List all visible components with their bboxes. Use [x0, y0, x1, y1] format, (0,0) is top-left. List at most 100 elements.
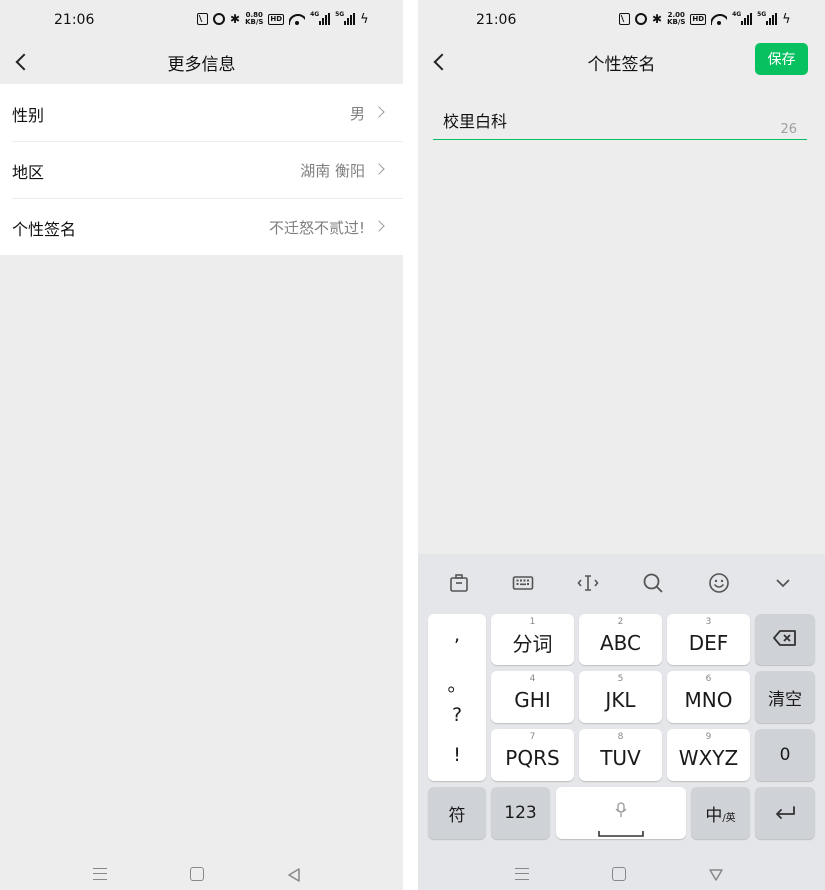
status-time: 21:06 [476, 12, 517, 28]
chevron-right-icon [373, 163, 385, 175]
key-number: 4 [529, 674, 536, 684]
space-button[interactable] [556, 787, 686, 839]
row-gender[interactable]: 性别 男 [0, 84, 403, 141]
more-info-screen: 21:06 ✱ 0.80 KB/S HD 4G 5G ϟ 更多信息 性别 男 地… [0, 0, 403, 890]
punct-period[interactable]: 。 [428, 670, 486, 697]
emoji-icon[interactable] [707, 571, 731, 595]
backspace-button[interactable] [755, 614, 815, 665]
hd-icon: HD [268, 13, 285, 25]
charging-icon: ϟ [360, 11, 369, 27]
key-2[interactable]: 2 ABC [579, 614, 662, 665]
key-number: 8 [617, 732, 624, 742]
signature-input[interactable] [443, 110, 753, 129]
bluetooth-icon: ✱ [652, 12, 663, 26]
wifi-icon [711, 13, 728, 25]
key-label: GHI [514, 688, 551, 712]
network-speed-unit: KB/S [245, 18, 264, 26]
char-counter: 26 [780, 122, 797, 137]
signal-icon: 4G [310, 11, 331, 25]
key-number: 6 [705, 674, 712, 684]
punct-comma[interactable]: , [428, 624, 486, 646]
row-label: 性别 [12, 106, 45, 125]
keyboard-toolbar [418, 554, 825, 612]
signal-type: 4G [310, 11, 320, 18]
keyboard-icon[interactable] [511, 571, 535, 595]
info-list: 性别 男 地区 湖南 衡阳 个性签名 不迁怒不贰过! [0, 84, 403, 255]
page-title: 更多信息 [167, 55, 236, 75]
network-speed: 0.80 KB/S [245, 12, 263, 26]
row-value: 不迁怒不贰过! [268, 219, 365, 237]
key-9[interactable]: 9 WXYZ [667, 729, 750, 781]
signal-type: 4G [732, 11, 742, 18]
status-icons: ✱ 2.00 KB/S HD 4G 5G ϟ [619, 11, 791, 27]
enter-button[interactable] [755, 787, 815, 839]
status-bar: 21:06 ✱ 0.80 KB/S HD 4G 5G ϟ [0, 0, 403, 40]
status-bar: 21:06 ✱ 2.00 KB/S HD 4G 5G ϟ [418, 0, 825, 40]
network-speed-unit: KB/S [667, 18, 686, 26]
punct-exclamation[interactable]: ! [428, 744, 486, 766]
key-0[interactable]: 0 [755, 729, 815, 781]
punct-question[interactable]: ? [428, 704, 486, 726]
row-signature[interactable]: 个性签名 不迁怒不贰过! [0, 198, 403, 255]
back-triangle-icon[interactable] [287, 867, 301, 882]
enter-icon [774, 801, 796, 825]
key-number: 7 [529, 732, 536, 742]
back-triangle-icon[interactable] [709, 867, 723, 881]
status-icons: ✱ 0.80 KB/S HD 4G 5G ϟ [197, 11, 369, 27]
key-4[interactable]: 4 GHI [491, 671, 574, 723]
alarm-icon [213, 13, 225, 25]
key-7[interactable]: 7 PQRS [491, 729, 574, 781]
punctuation-column: , 。 ? ! [428, 614, 486, 781]
menu-icon[interactable] [515, 868, 529, 880]
key-label: WXYZ [678, 746, 739, 770]
signal-icon: 5G [335, 11, 356, 25]
row-region[interactable]: 地区 湖南 衡阳 [0, 141, 403, 198]
chevron-right-icon [373, 220, 385, 232]
nav-bar: 个性签名 保存 [418, 40, 825, 84]
nav-bar: 更多信息 [0, 40, 403, 84]
row-value: 湖南 衡阳 [300, 162, 365, 180]
home-icon[interactable] [612, 867, 626, 881]
key-6[interactable]: 6 MNO [667, 671, 750, 723]
alarm-icon [635, 13, 647, 25]
home-icon[interactable] [190, 867, 204, 881]
key-8[interactable]: 8 TUV [579, 729, 662, 781]
save-button[interactable]: 保存 [755, 43, 808, 75]
row-label: 个性签名 [12, 220, 77, 239]
key-number: 3 [705, 617, 712, 627]
toolbox-icon[interactable] [447, 571, 471, 595]
backspace-icon [772, 628, 798, 652]
language-main: 中 [705, 805, 723, 826]
divider [403, 0, 418, 890]
row-label: 地区 [12, 163, 45, 182]
key-number: 1 [529, 617, 536, 627]
row-value: 男 [349, 105, 365, 123]
key-number: 9 [705, 732, 712, 742]
key-label: DEF [688, 630, 729, 655]
bluetooth-icon: ✱ [230, 12, 241, 26]
key-3[interactable]: 3 DEF [667, 614, 750, 665]
cursor-icon[interactable] [576, 571, 600, 595]
symbol-button[interactable]: 符 [428, 787, 486, 839]
language-sub: /英 [722, 812, 736, 824]
system-nav-bar [0, 852, 403, 890]
menu-icon[interactable] [93, 868, 107, 880]
signal-type: 5G [335, 11, 345, 18]
key-5[interactable]: 5 JKL [579, 671, 662, 723]
hd-icon: HD [690, 13, 707, 25]
clear-button[interactable]: 清空 [755, 671, 815, 723]
numeric-button[interactable]: 123 [491, 787, 550, 839]
nfc-icon [619, 13, 630, 25]
language-toggle-button[interactable]: 中/英 [691, 787, 750, 839]
space-bar-icon [598, 819, 644, 843]
signal-icon: 4G [732, 11, 753, 25]
signature-edit-screen: 21:06 ✱ 2.00 KB/S HD 4G 5G ϟ 个性签名 保存 校里白… [418, 0, 825, 890]
chevron-right-icon [373, 106, 385, 118]
key-1[interactable]: 1 分词 [491, 614, 574, 665]
search-icon[interactable] [641, 571, 665, 595]
key-label: TUV [600, 746, 641, 770]
charging-icon: ϟ [782, 11, 791, 27]
key-label: MNO [684, 688, 733, 712]
collapse-icon[interactable] [771, 571, 795, 595]
key-number: 2 [617, 617, 624, 627]
